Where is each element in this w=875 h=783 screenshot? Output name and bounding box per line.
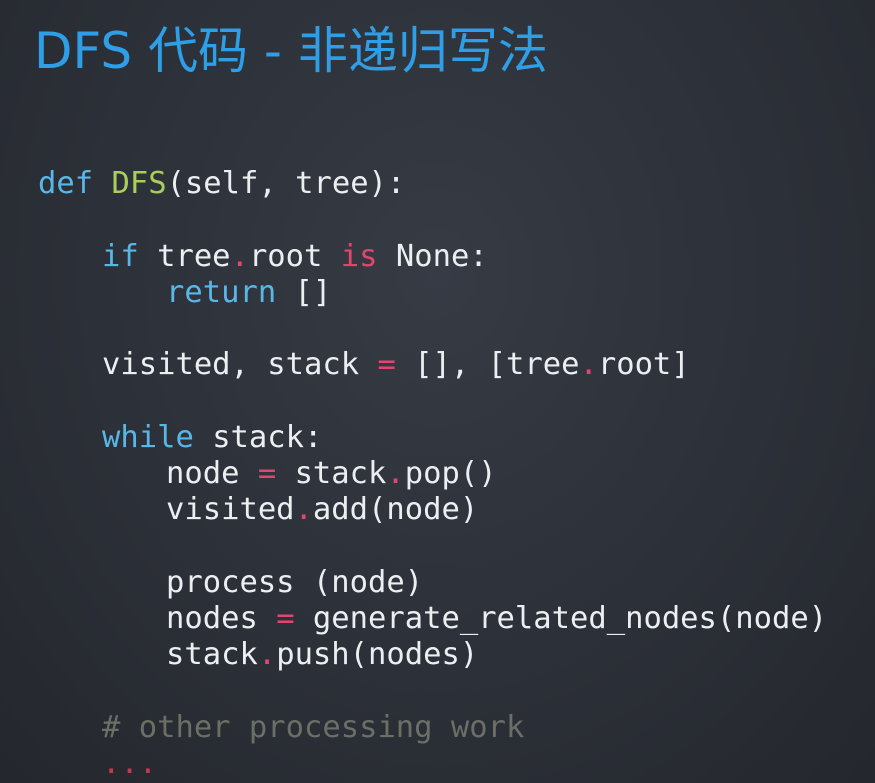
code-token: = — [276, 601, 295, 636]
code-token: nodes — [166, 601, 277, 636]
code-token: node — [166, 456, 258, 491]
code-token: = — [257, 456, 277, 491]
code-token: while — [102, 420, 194, 455]
code-token: . — [230, 239, 249, 274]
code-line-visited-add: visited.add(node) — [166, 492, 478, 528]
code-token: root] — [597, 347, 690, 382]
code-token: . — [579, 347, 598, 382]
code-line-stack-push: stack.push(nodes) — [166, 637, 478, 673]
code-token: def — [38, 166, 94, 201]
code-token: stack — [276, 456, 387, 491]
code-line-ellipsis: ... — [102, 746, 157, 782]
code-line-while: while stack: — [102, 420, 322, 456]
code-token: # other processing work — [102, 710, 525, 745]
code-token: . — [294, 492, 313, 527]
code-token: pop() — [404, 456, 497, 491]
code-token: visited — [166, 492, 295, 527]
code-token: is — [340, 239, 378, 274]
code-line-if: if tree.root is None: — [102, 239, 488, 275]
code-token: root — [248, 239, 341, 274]
code-token: None: — [377, 239, 488, 274]
code-line-process: process (node) — [166, 565, 423, 601]
code-token: return — [166, 275, 277, 310]
code-block: def DFS(self, tree): if tree.root is Non… — [38, 0, 875, 783]
code-token: tree — [138, 239, 231, 274]
code-token: ... — [102, 746, 158, 781]
code-token: visited, stack — [102, 347, 378, 382]
code-token: add(node) — [312, 492, 479, 527]
code-line-return: return [] — [166, 275, 331, 311]
code-token: generate_related_nodes(node) — [294, 601, 828, 636]
code-token: [] — [276, 275, 332, 310]
code-token: process (node) — [166, 565, 424, 600]
code-token: . — [257, 637, 277, 672]
code-token: = — [377, 347, 396, 382]
code-token: . — [386, 456, 405, 491]
code-line-node-pop: node = stack.pop() — [166, 456, 497, 492]
code-token: (self, tree): — [166, 166, 406, 201]
code-token: stack: — [193, 420, 323, 455]
code-line-comment: # other processing work — [102, 710, 524, 746]
code-token: [], [tree — [395, 347, 580, 382]
code-token: push(nodes) — [276, 637, 479, 672]
code-line-def: def DFS(self, tree): — [38, 166, 405, 202]
code-line-generate-nodes: nodes = generate_related_nodes(node) — [166, 601, 827, 637]
code-line-visited-stack: visited, stack = [], [tree.root] — [102, 347, 690, 383]
code-token: if — [102, 239, 139, 274]
code-token: DFS — [111, 166, 167, 201]
code-token: stack — [166, 637, 258, 672]
